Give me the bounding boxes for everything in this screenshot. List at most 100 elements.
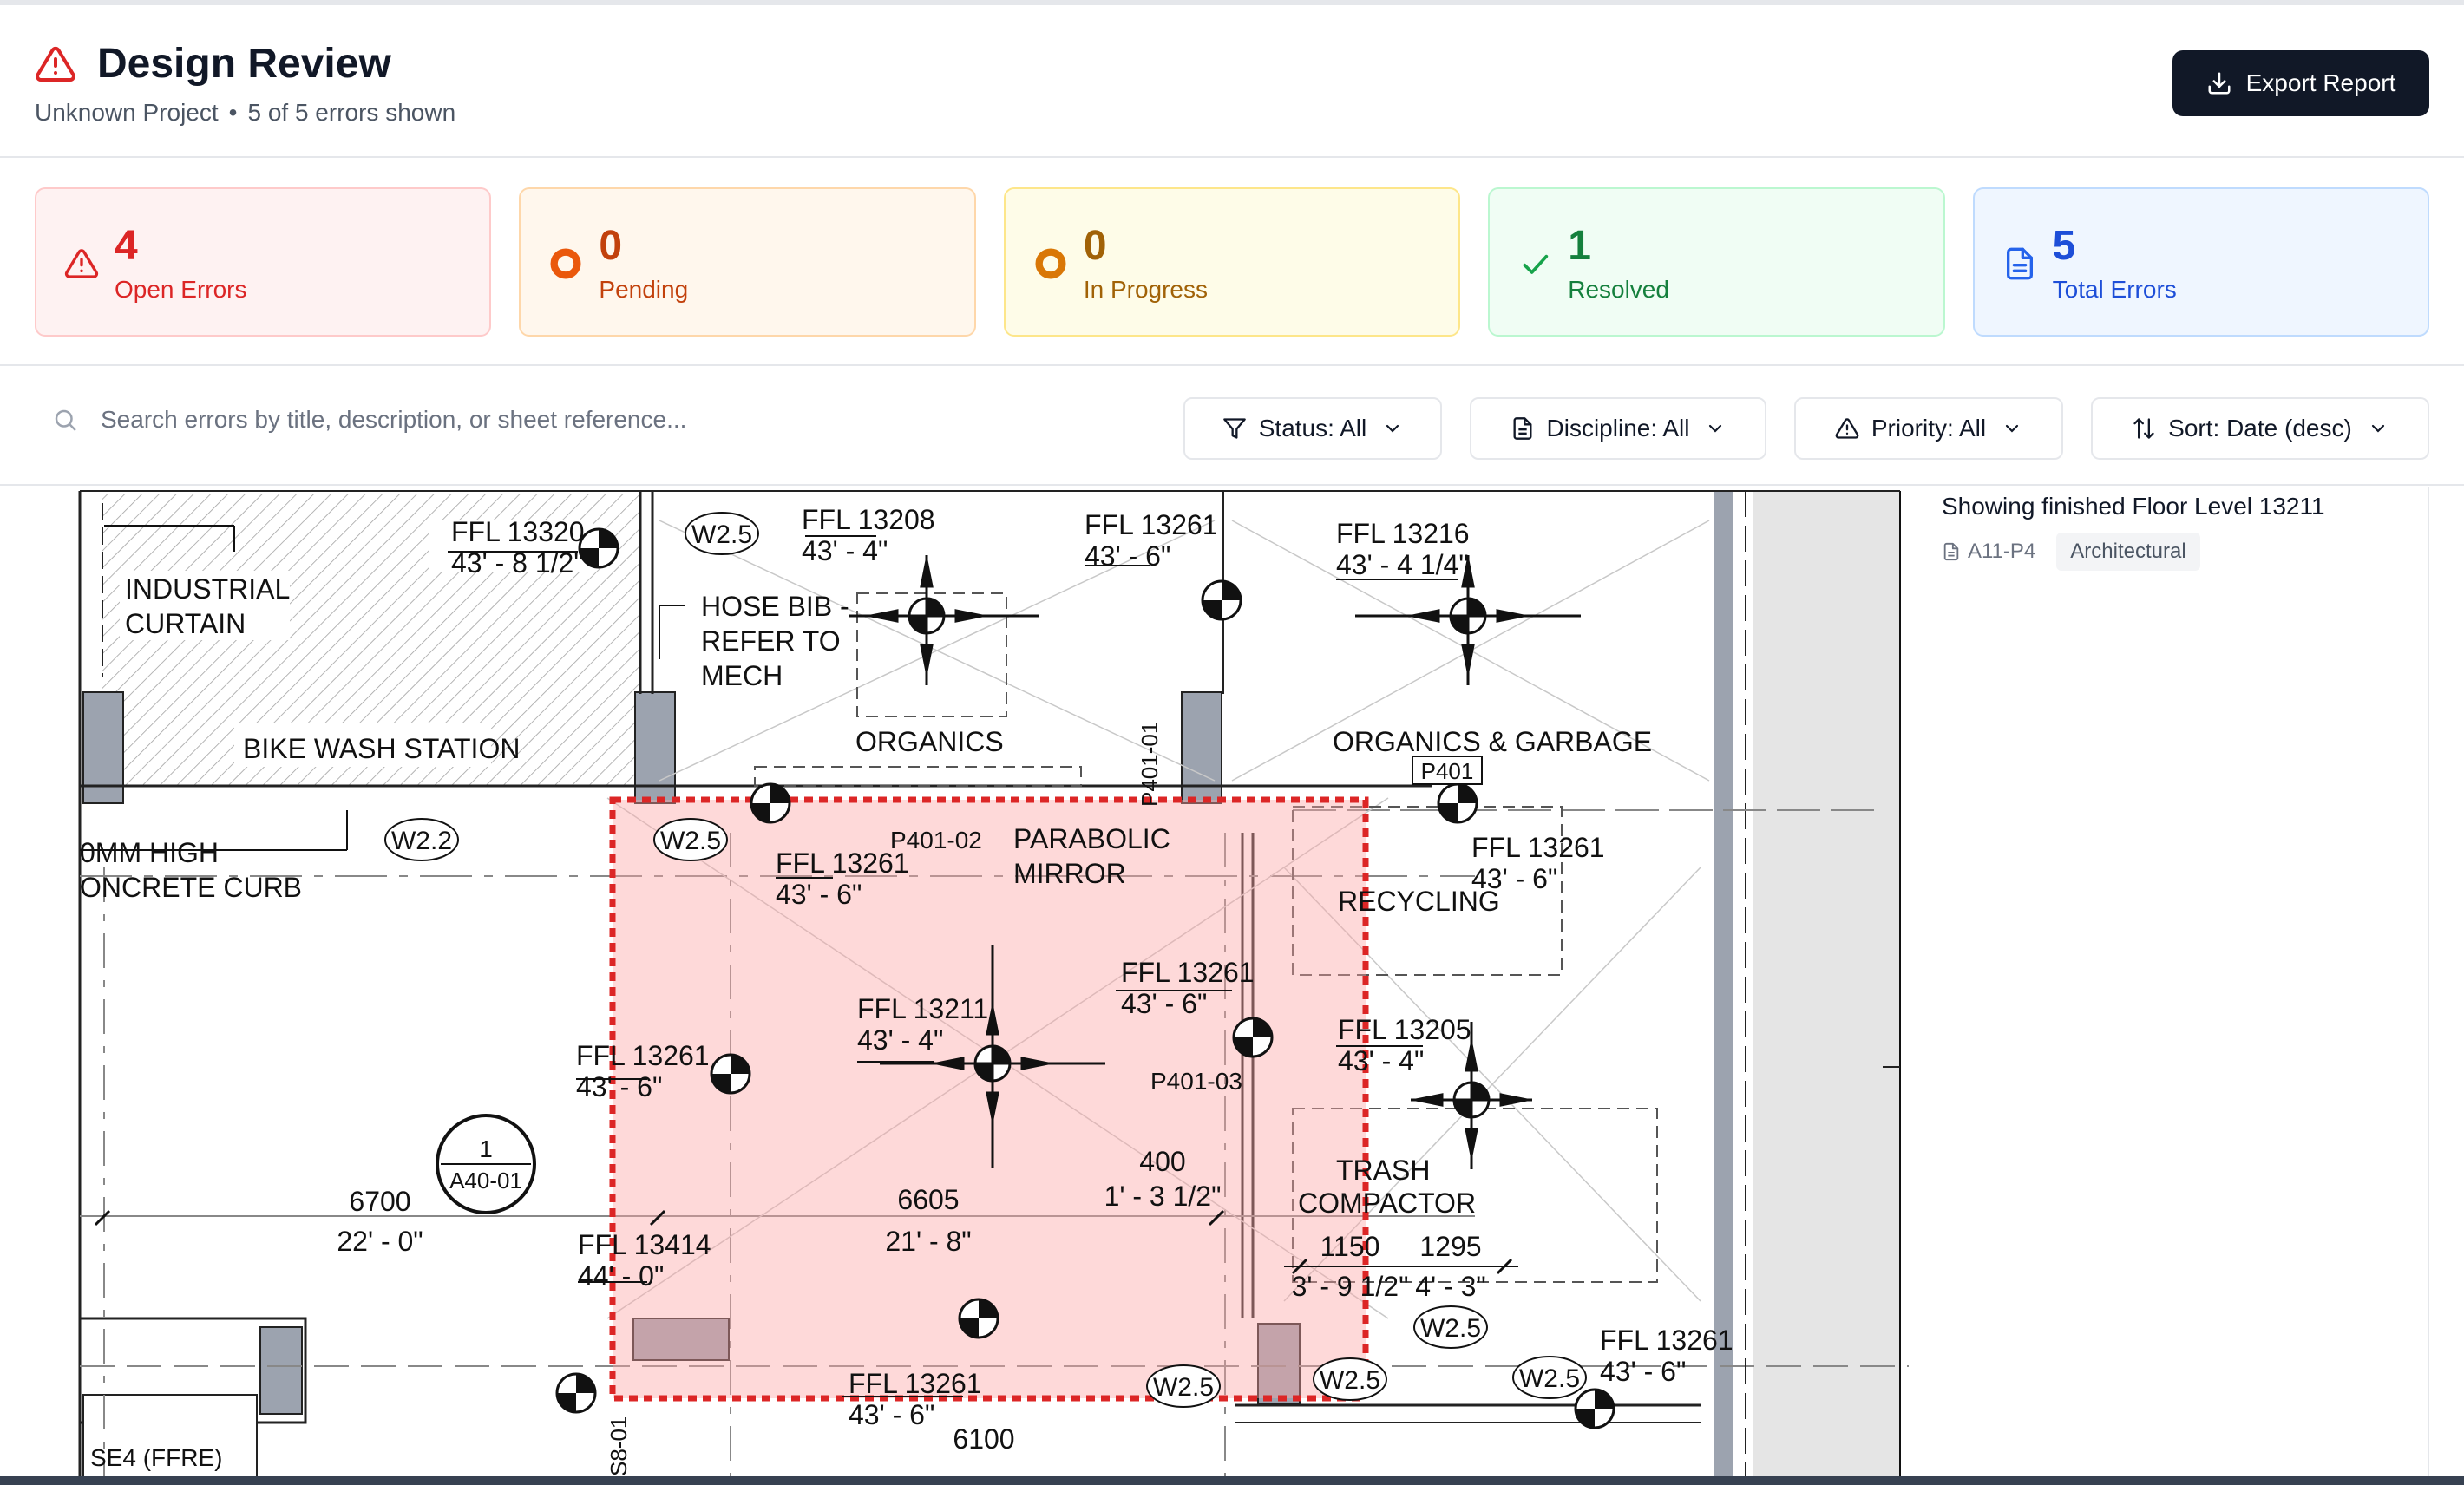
filter-bar: Search errors by title, description, or …	[0, 364, 2464, 486]
drawing-label: BIKE WASH STATION	[243, 733, 520, 764]
drawing-label: FFL 13261	[576, 1040, 710, 1071]
priority-filter-dropdown[interactable]: Priority: All	[1794, 397, 2063, 460]
circle-dot-icon	[1035, 248, 1066, 279]
drawing-label: FFL 13205	[1338, 1014, 1471, 1045]
stat-resolved[interactable]: 1 Resolved	[1488, 187, 1945, 337]
page-title: Design Review	[97, 41, 391, 87]
chevron-down-icon	[2371, 424, 2384, 433]
drawing-label: COMPACTOR	[1298, 1187, 1476, 1219]
discipline-badge: Architectural	[2056, 533, 2200, 571]
circle-dot-icon	[550, 248, 581, 279]
sort-arrows-icon	[2133, 418, 2154, 439]
floor-plan-drawing[interactable]: W2.5 W2.5 W2.2 W2.5 W2.5 W2.5 W2.5 1 A40…	[0, 487, 1909, 1476]
drawing-label: 1' - 3 1/2"	[1104, 1181, 1222, 1212]
drawing-label: FFL 13261	[1121, 957, 1255, 988]
drawing-label: MIRROR	[1013, 858, 1126, 889]
wall-tag: W2.5	[691, 520, 752, 549]
drawing-label: FFL 13261	[1600, 1325, 1733, 1356]
stat-label: Open Errors	[115, 276, 247, 303]
filter-icon	[1222, 418, 1246, 439]
drawing-label: FFL 13261	[1085, 509, 1218, 540]
search-placeholder: Search errors by title, description, or …	[101, 406, 687, 433]
stat-label: Resolved	[1568, 276, 1669, 303]
chevron-down-icon	[2006, 424, 2019, 433]
priority-filter-label: Priority: All	[1871, 415, 1987, 442]
project-name: Unknown Project	[35, 99, 219, 126]
drawing-label: FFL 13211	[857, 993, 988, 1024]
bottom-scrollbar[interactable]	[0, 1476, 2464, 1485]
drawing-label: REFER TO	[701, 625, 841, 657]
drawing-label: S8-01	[606, 1416, 632, 1476]
drawing-label: ONCRETE CURB	[80, 872, 302, 903]
search-input[interactable]: Search errors by title, description, or …	[52, 406, 686, 434]
drawing-label: 6700	[349, 1186, 410, 1217]
stat-label: Pending	[599, 276, 689, 303]
chevron-down-icon	[1709, 424, 1722, 433]
drawing-viewer[interactable]: W2.5 W2.5 W2.2 W2.5 W2.5 W2.5 W2.5 1 A40…	[0, 487, 1909, 1476]
title-row: Design Review	[35, 40, 391, 88]
stat-open-errors[interactable]: 4 Open Errors	[35, 187, 492, 337]
status-filter-dropdown[interactable]: Status: All	[1183, 397, 1442, 460]
drawing-label: 43' - 8 1/2"	[451, 547, 584, 579]
error-count-text: 5 of 5 errors shown	[247, 99, 456, 126]
drawing-label: HOSE BIB -	[701, 591, 849, 622]
drawing-label: FFL 13261	[1471, 832, 1605, 863]
drawing-label: 44' - 0"	[578, 1260, 664, 1292]
drawing-label: FFL 13414	[578, 1229, 711, 1260]
stat-value: 0	[1083, 223, 1107, 269]
drawing-label: FFL 13208	[802, 504, 935, 535]
detail-number: 1	[479, 1135, 493, 1162]
check-icon	[1523, 254, 1549, 274]
shaded-strip	[1753, 491, 1900, 1476]
drawing-label: FFL 13216	[1336, 518, 1470, 549]
drawing-label: 6605	[897, 1184, 959, 1215]
drawing-label: MECH	[701, 660, 783, 691]
drawing-label: 21' - 8"	[885, 1226, 971, 1257]
stat-label: Total Errors	[2052, 276, 2177, 303]
wall-tag: W2.2	[391, 827, 452, 855]
download-icon	[2208, 72, 2231, 95]
stats-row: 4 Open Errors 0 Pending 0 In Progress 1 …	[35, 187, 2430, 337]
file-text-icon	[2006, 247, 2033, 280]
wall-tag: W2.5	[1153, 1373, 1214, 1402]
drawing-label: FFL 13261	[849, 1368, 982, 1399]
drawing-label: 43' - 4"	[1338, 1045, 1424, 1076]
discipline-filter-label: Discipline: All	[1546, 415, 1690, 442]
stat-label: In Progress	[1083, 276, 1208, 303]
stat-value: 0	[599, 223, 623, 269]
alert-triangle-icon	[64, 249, 99, 278]
stat-value: 5	[2052, 223, 2076, 269]
page-header: Design Review Unknown Project • 5 of 5 e…	[0, 5, 2464, 158]
drawing-label: FFL 13320	[451, 516, 585, 547]
stat-total-errors[interactable]: 5 Total Errors	[1972, 187, 2430, 337]
error-item-title[interactable]: Showing finished Floor Level 13211	[1942, 493, 2325, 520]
drawing-label: 400	[1139, 1146, 1185, 1177]
sort-dropdown[interactable]: Sort: Date (desc)	[2091, 397, 2429, 460]
stat-pending[interactable]: 0 Pending	[519, 187, 976, 337]
drawing-label: 22' - 0"	[337, 1226, 423, 1257]
drawing-label: 1150	[1320, 1231, 1380, 1262]
wall-tag: W2.5	[1420, 1314, 1481, 1343]
drawing-label: INDUSTRIAL	[125, 573, 290, 605]
stat-in-progress[interactable]: 0 In Progress	[1003, 187, 1461, 337]
drawing-label: ORGANICS & GARBAGE	[1333, 726, 1652, 757]
file-text-icon	[1513, 417, 1532, 440]
drawing-label: 43' - 4"	[857, 1024, 943, 1056]
drawing-label: 0MM HIGH	[80, 837, 219, 868]
drawing-label: 4' - 3"	[1415, 1271, 1486, 1302]
sheet-reference: A11-P4	[1942, 540, 2035, 564]
drawing-label: P401-03	[1150, 1068, 1242, 1095]
export-report-button[interactable]: Export Report	[2172, 50, 2429, 116]
drawing-label: 43' - 6"	[1085, 540, 1170, 572]
alert-triangle-icon	[36, 46, 75, 82]
drawing-label: 43' - 6"	[1471, 863, 1557, 894]
error-list-panel: Showing finished Floor Level 13211 A11-P…	[1909, 487, 2429, 1476]
search-icon	[55, 409, 76, 431]
wall-tag: W2.5	[660, 827, 721, 855]
detail-sheet-ref: A40-01	[449, 1168, 522, 1194]
drawing-label: 43' - 6"	[576, 1071, 662, 1102]
stat-value: 1	[1568, 223, 1591, 269]
discipline-filter-dropdown[interactable]: Discipline: All	[1470, 397, 1766, 460]
drawing-label: ORGANICS	[855, 726, 1004, 757]
drawing-label: 43' - 6"	[849, 1399, 934, 1430]
